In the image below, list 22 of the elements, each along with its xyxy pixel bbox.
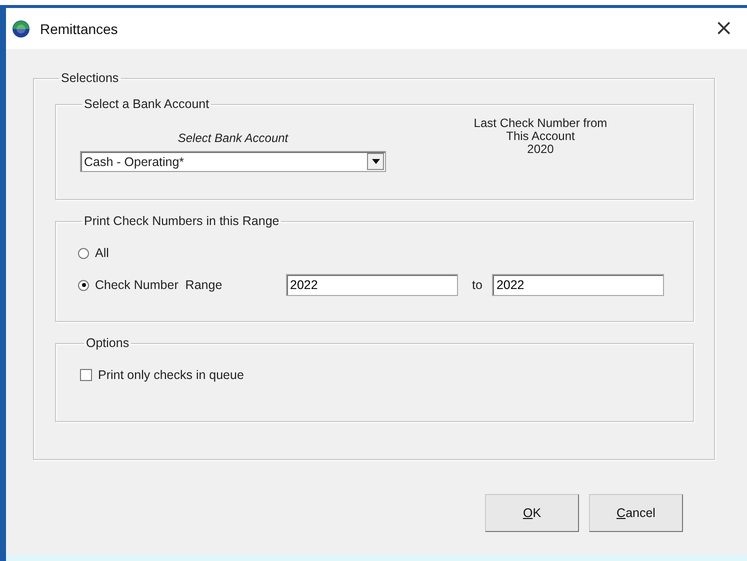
window-title: Remittances [40,20,119,36]
bank-account-dropdown[interactable]: Cash - Operating* [80,151,386,172]
combo-label: Select Bank Account [178,131,288,145]
group-title: Options [85,336,130,350]
checkbox-label[interactable]: Print only checks in queue [98,368,244,382]
range-from-field[interactable]: 2022 [286,274,458,296]
radio-label[interactable]: Check Number Range [95,278,280,292]
app-logo-icon [12,20,30,38]
close-button[interactable]: × [710,18,737,40]
to-label: to [472,278,482,292]
last-check-number: 2020 [527,143,554,156]
last-check-label: Last Check Number from This Account [474,117,608,143]
range-to-field[interactable]: 2022 [492,274,664,296]
radio-button[interactable] [78,248,89,258]
radio-button[interactable] [78,280,89,290]
group-title: Selections [60,71,120,85]
group-title: Print Check Numbers in this Range [83,214,280,228]
group-title: Select a Bank Account [83,97,210,111]
dialog-button[interactable]: OK [485,494,579,532]
dialog-button[interactable]: Cancel [589,494,683,532]
checkbox[interactable] [80,369,92,381]
radio-label[interactable]: All [95,246,280,260]
